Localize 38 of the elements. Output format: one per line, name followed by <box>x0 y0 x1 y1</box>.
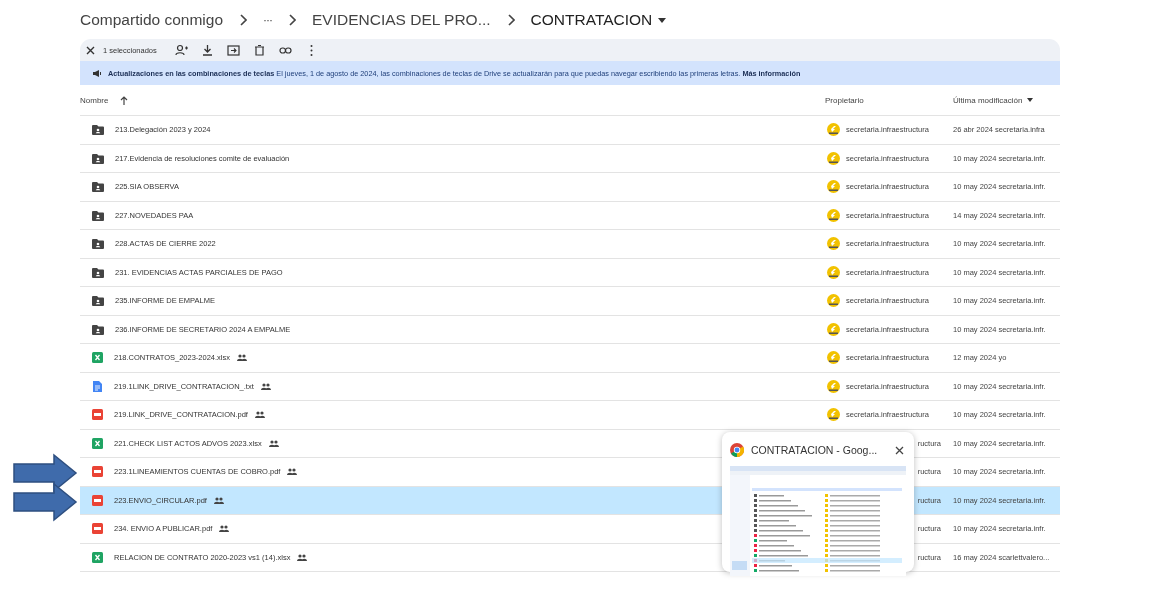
trash-icon <box>253 43 267 57</box>
sort-up-arrow-icon <box>120 95 129 105</box>
shared-folder-icon <box>92 124 104 136</box>
spreadsheet-icon <box>92 551 103 563</box>
close-icon <box>86 45 95 55</box>
breadcrumb-link[interactable]: Compartido conmigo <box>80 11 223 29</box>
shared-folder-icon <box>92 209 104 221</box>
shared-folder-icon <box>92 152 104 164</box>
folder-move-icon <box>227 43 241 57</box>
shared-folder-icon <box>92 266 104 278</box>
chevron-right-icon <box>288 14 296 26</box>
download-icon <box>201 43 215 57</box>
name-column-header[interactable]: Nombre <box>80 95 109 105</box>
shared-folder-icon <box>92 323 104 335</box>
pdf-icon <box>92 409 103 421</box>
spreadsheet-icon <box>92 352 103 364</box>
add-person-icon <box>175 43 189 57</box>
shared-folder-icon <box>92 181 104 193</box>
breadcrumb-current-folder[interactable]: CONTRATACION <box>530 11 667 29</box>
shared-folder-icon <box>92 238 104 250</box>
browser-logo-icon <box>730 443 744 457</box>
pdf-icon <box>92 466 103 478</box>
owner-column-header: Propietario <box>825 95 864 105</box>
spreadsheet-icon <box>92 437 103 449</box>
chevron-right-icon <box>506 14 515 26</box>
breadcrumb-more-button[interactable]: ··· <box>263 13 272 27</box>
megaphone-icon <box>92 68 102 78</box>
pdf-icon <box>92 523 103 535</box>
caret-down-icon <box>658 17 667 23</box>
chevron-right-icon <box>239 14 247 26</box>
modified-column-header[interactable]: Última modificación <box>953 95 1034 105</box>
shared-folder-icon <box>92 295 104 307</box>
document-icon <box>92 380 103 392</box>
caret-down-icon <box>1027 98 1034 102</box>
close-icon <box>894 445 904 455</box>
breadcrumb-link[interactable]: EVIDENCIAS DEL PRO... <box>312 11 491 29</box>
pdf-icon <box>92 494 103 506</box>
preview-title: CONTRATACION - Goog... <box>751 444 879 456</box>
